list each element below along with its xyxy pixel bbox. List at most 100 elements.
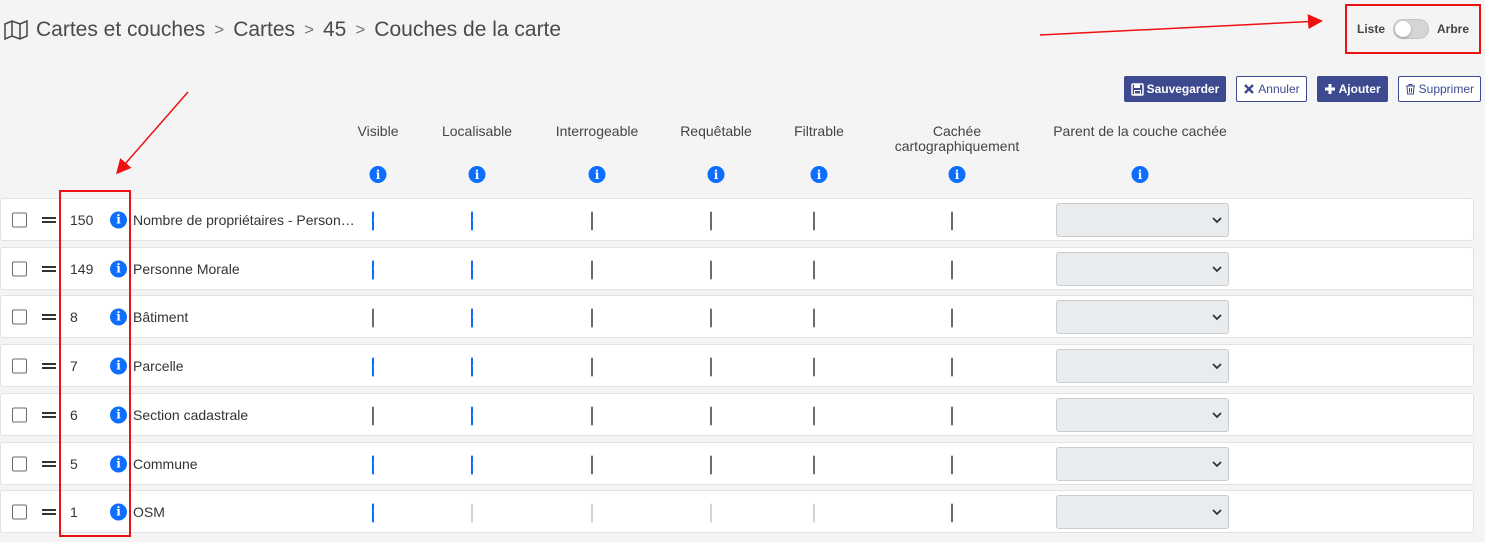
parent-layer-select[interactable]	[1056, 251, 1229, 286]
select-checkbox[interactable]	[12, 407, 27, 422]
interrogeable-checkbox[interactable]	[591, 406, 593, 425]
annotation-arrow-toggle	[1039, 14, 1323, 36]
localisable-checkbox-cell	[471, 357, 486, 376]
toolbar: Sauvegarder Annuler Ajouter Supprimer	[1123, 76, 1481, 102]
breadcrumb-item-cartes-et-couches[interactable]: Cartes et couches	[36, 18, 205, 42]
select-checkbox[interactable]	[12, 261, 27, 276]
filtrable-checkbox[interactable]	[813, 308, 815, 327]
layer-id: 1	[70, 503, 78, 520]
delete-button[interactable]: Supprimer	[1397, 76, 1481, 102]
info-icon[interactable]: i	[588, 166, 606, 183]
drag-handle-icon[interactable]	[42, 460, 56, 467]
filtrable-checkbox[interactable]	[813, 455, 815, 474]
cachee-checkbox[interactable]	[951, 211, 953, 230]
info-icon[interactable]: i	[110, 308, 127, 325]
info-icon[interactable]: i	[810, 166, 828, 183]
info-icon[interactable]: i	[110, 357, 127, 374]
requetable-checkbox[interactable]	[710, 211, 712, 230]
localisable-checkbox[interactable]	[471, 308, 473, 327]
visible-checkbox[interactable]	[372, 357, 374, 376]
requetable-checkbox[interactable]	[710, 308, 712, 327]
interrogeable-checkbox[interactable]	[591, 357, 593, 376]
interrogeable-checkbox[interactable]	[591, 211, 593, 230]
info-icon[interactable]: i	[468, 166, 486, 183]
localisable-checkbox[interactable]	[471, 260, 473, 279]
localisable-checkbox[interactable]	[471, 455, 473, 474]
localisable-checkbox[interactable]	[471, 406, 473, 425]
select-checkbox[interactable]	[12, 504, 27, 519]
close-icon	[1244, 84, 1255, 94]
visible-checkbox[interactable]	[372, 211, 374, 230]
info-icon[interactable]: i	[369, 166, 387, 183]
breadcrumb-separator: >	[214, 20, 225, 39]
add-button[interactable]: Ajouter	[1316, 76, 1388, 102]
drag-handle-icon[interactable]	[42, 508, 56, 515]
filtrable-checkbox[interactable]	[813, 211, 815, 230]
parent-layer-select[interactable]	[1056, 446, 1229, 481]
localisable-checkbox[interactable]	[471, 211, 473, 230]
cachee-checkbox[interactable]	[951, 406, 953, 425]
info-icon[interactable]: i	[110, 211, 127, 228]
cachee-checkbox-cell	[951, 455, 966, 474]
interrogeable-checkbox-cell	[591, 308, 606, 327]
layer-row: 5 i Commune	[0, 442, 1474, 485]
filtrable-checkbox[interactable]	[813, 357, 815, 376]
cachee-checkbox[interactable]	[951, 455, 953, 474]
parent-layer-select[interactable]	[1056, 348, 1229, 383]
parent-layer-select[interactable]	[1056, 299, 1229, 334]
select-checkbox[interactable]	[12, 212, 27, 227]
parent-layer-select[interactable]	[1056, 494, 1229, 529]
column-header-cachee-line1: Cachée	[932, 123, 982, 139]
visible-checkbox-cell	[372, 260, 387, 279]
drag-handle-icon[interactable]	[42, 362, 56, 369]
drag-handle-icon[interactable]	[42, 313, 56, 320]
interrogeable-checkbox[interactable]	[591, 308, 593, 327]
requetable-checkbox[interactable]	[710, 455, 712, 474]
parent-layer-select[interactable]	[1056, 397, 1229, 432]
interrogeable-checkbox[interactable]	[591, 260, 593, 279]
cachee-checkbox[interactable]	[951, 308, 953, 327]
cancel-button[interactable]: Annuler	[1236, 76, 1307, 102]
visible-checkbox[interactable]	[372, 308, 374, 327]
drag-handle-icon[interactable]	[42, 411, 56, 418]
info-icon[interactable]: i	[110, 260, 127, 277]
visible-checkbox[interactable]	[372, 260, 374, 279]
parent-layer-select[interactable]	[1056, 202, 1229, 237]
localisable-checkbox[interactable]	[471, 357, 473, 376]
column-header-cachee-line2: cartographiquement	[894, 138, 1020, 154]
select-checkbox[interactable]	[12, 456, 27, 471]
layer-row: 149 i Personne Morale	[0, 247, 1474, 290]
cachee-checkbox[interactable]	[951, 260, 953, 279]
info-icon[interactable]: i	[707, 166, 725, 183]
breadcrumb-item-map-id[interactable]: 45	[323, 18, 346, 42]
info-icon[interactable]: i	[110, 455, 127, 472]
cachee-checkbox[interactable]	[951, 503, 953, 522]
breadcrumb: Cartes et couches > Cartes > 45 > Couche…	[4, 18, 561, 42]
requetable-checkbox[interactable]	[710, 357, 712, 376]
filtrable-checkbox[interactable]	[813, 406, 815, 425]
info-icon[interactable]: i	[1131, 166, 1149, 183]
breadcrumb-item-cartes[interactable]: Cartes	[233, 18, 295, 42]
chevron-down-icon	[1212, 313, 1222, 320]
requetable-checkbox[interactable]	[710, 260, 712, 279]
info-icon[interactable]: i	[110, 503, 127, 520]
select-checkbox[interactable]	[12, 309, 27, 324]
info-icon[interactable]: i	[948, 166, 966, 183]
cachee-checkbox-cell	[951, 260, 966, 279]
filtrable-checkbox[interactable]	[813, 260, 815, 279]
visible-checkbox[interactable]	[372, 455, 374, 474]
view-toggle-switch[interactable]	[1393, 19, 1429, 39]
cachee-checkbox-cell	[951, 406, 966, 425]
visible-checkbox[interactable]	[372, 406, 374, 425]
visible-checkbox-cell	[372, 455, 387, 474]
drag-handle-icon[interactable]	[42, 216, 56, 223]
visible-checkbox[interactable]	[372, 503, 374, 522]
save-button[interactable]: Sauvegarder	[1123, 76, 1227, 102]
interrogeable-checkbox[interactable]	[591, 455, 593, 474]
chevron-down-icon	[1212, 508, 1222, 515]
requetable-checkbox[interactable]	[710, 406, 712, 425]
drag-handle-icon[interactable]	[42, 265, 56, 272]
select-checkbox[interactable]	[12, 358, 27, 373]
info-icon[interactable]: i	[110, 406, 127, 423]
cachee-checkbox[interactable]	[951, 357, 953, 376]
